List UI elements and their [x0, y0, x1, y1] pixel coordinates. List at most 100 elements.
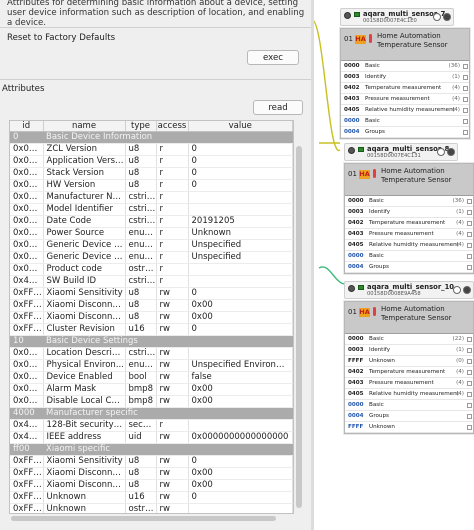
attribute-row[interactable]: 0x0014 Disable Local Con... bmp8 rw 0x00 — [10, 395, 293, 408]
settings-icon[interactable] — [463, 286, 471, 294]
connector-port-icon[interactable] — [467, 210, 472, 215]
connector-port-icon[interactable] — [463, 108, 468, 113]
attribute-group-row[interactable]: 0 Basic Device Information — [10, 131, 293, 144]
cluster-row[interactable]: 0405 Relative humidity measurement (4) — [345, 240, 473, 251]
attribute-row[interactable]: 0x0006 Date Code cstring r 20191205 — [10, 215, 293, 228]
connector-port-icon[interactable] — [467, 403, 472, 408]
connector-port-icon[interactable] — [463, 119, 468, 124]
cluster-row[interactable]: 0004 Groups — [345, 262, 473, 273]
connector-port-icon[interactable] — [467, 348, 472, 353]
attribute-row[interactable]: 0xFF22 Xiaomi Disconnec... u8 rw 0x00 — [10, 299, 293, 312]
settings-icon[interactable] — [443, 13, 451, 21]
connector-port-icon[interactable] — [463, 86, 468, 91]
attribute-group-row[interactable]: ff00 Xiaomi specific — [10, 443, 293, 456]
device-header[interactable]: aqara_multi_sensor_10 00158D0008E9A458 — [344, 281, 474, 299]
connector-port-icon[interactable] — [467, 359, 472, 364]
cluster-row[interactable]: 0405 Relative humidity measurement (4) — [345, 389, 473, 400]
cluster-row[interactable]: 0402 Temperature measurement (4) — [341, 83, 469, 94]
cluster-row[interactable]: 0003 Identify (1) — [341, 72, 469, 83]
device-header[interactable]: aqara_multi_sensor_8 00158D0007E4C131 — [344, 143, 458, 161]
endpoint-node[interactable]: 01 HA Home Automation Temperature Sensor 000… — [344, 163, 474, 274]
attribute-group-row[interactable]: 4000 Manufacturer specific — [10, 407, 293, 420]
exec-button[interactable]: exec — [247, 50, 299, 65]
cluster-row[interactable]: 0405 Relative humidity measurement (4) — [341, 105, 469, 116]
attribute-row[interactable]: 0xFF51 Unknown ostring rw — [10, 503, 293, 513]
attribute-row[interactable]: 0x0009 Generic Device T... enum8 r Unspecifi… — [10, 251, 293, 264]
cluster-row[interactable]: 0003 Identify (1) — [345, 345, 473, 356]
column-header-access[interactable]: access — [156, 121, 189, 132]
collapse-icon[interactable] — [437, 148, 445, 156]
attribute-row[interactable]: 0x0012 Device Enabled bool rw false — [10, 371, 293, 384]
connector-port-icon[interactable] — [467, 265, 472, 270]
cluster-row[interactable]: 0403 Pressure measurement (4) — [345, 229, 473, 240]
cluster-row[interactable]: 0403 Pressure measurement (4) — [345, 378, 473, 389]
connector-port-icon[interactable] — [463, 64, 468, 69]
scrollbar-thumb[interactable] — [296, 146, 302, 508]
attribute-row[interactable]: 0x0010 Location Descripti... cstring rw — [10, 347, 293, 360]
column-header-type[interactable]: type — [125, 121, 157, 132]
column-header-value[interactable]: value — [188, 121, 293, 132]
connector-port-icon[interactable] — [467, 392, 472, 397]
connector-port-icon[interactable] — [467, 232, 472, 237]
connector-port-icon[interactable] — [467, 337, 472, 342]
cluster-row[interactable]: 0003 Identify (1) — [345, 207, 473, 218]
attribute-row[interactable]: 0x4002 IEEE address uid rw 0x000000000000000… — [10, 431, 293, 444]
node-graph-canvas[interactable]: aqara_multi_sensor_7 00158D0007E4C1E0 01 HA… — [314, 0, 474, 530]
column-header-name[interactable]: name — [43, 121, 126, 132]
cluster-row[interactable]: 0000 Basic — [345, 400, 473, 411]
cluster-row[interactable]: 0000 Basic — [341, 116, 469, 127]
attribute-group-row[interactable]: 10 Basic Device Settings — [10, 335, 293, 348]
connector-port-icon[interactable] — [467, 243, 472, 248]
collapse-icon[interactable] — [433, 13, 441, 21]
attribute-row[interactable]: 0x0008 Generic Device Cl... enum8 r Unspecif… — [10, 239, 293, 252]
collapse-icon[interactable] — [453, 286, 461, 294]
attribute-row[interactable]: 0x4000 SW Build ID cstring r — [10, 275, 293, 288]
attribute-row[interactable]: 0x000A Product code ostring r — [10, 263, 293, 276]
connector-port-icon[interactable] — [467, 425, 472, 430]
endpoint-node[interactable]: 01 HA Home Automation Temperature Sensor 000… — [344, 301, 474, 434]
attribute-row[interactable]: 0xFF23 Xiaomi Disconnec... u8 rw 0x00 — [10, 479, 293, 492]
cluster-row[interactable]: 0402 Temperature measurement (4) — [345, 218, 473, 229]
attribute-row[interactable]: 0x4001 128-Bit security key seckey r — [10, 419, 293, 432]
attribute-row[interactable]: 0xFF22 Xiaomi Disconnec... u8 rw 0x00 — [10, 467, 293, 480]
cluster-row[interactable]: 0403 Pressure measurement (4) — [341, 94, 469, 105]
attribute-row[interactable]: 0x0011 Physical Environ... enum8 rw Unspecif… — [10, 359, 293, 372]
connector-port-icon[interactable] — [467, 221, 472, 226]
cluster-row[interactable]: 0004 Groups — [345, 411, 473, 422]
attribute-row[interactable]: 0x0000 ZCL Version u8 r 0 — [10, 143, 293, 156]
endpoint-header[interactable]: 01 HA Home Automation Temperature Sensor — [345, 302, 473, 334]
attribute-row[interactable]: 0x0007 Power Source enum8 r Unknown — [10, 227, 293, 240]
connector-port-icon[interactable] — [463, 130, 468, 135]
settings-icon[interactable] — [447, 148, 455, 156]
attribute-row[interactable]: 0xFF0D Xiaomi Sensitivity u8 rw 0 — [10, 455, 293, 468]
connector-port-icon[interactable] — [467, 381, 472, 386]
attribute-row[interactable]: 0x0013 Alarm Mask bmp8 rw 0x00 — [10, 383, 293, 396]
cluster-row[interactable]: FFFF Unknown (0) — [345, 356, 473, 367]
connector-port-icon[interactable] — [467, 414, 472, 419]
horizontal-scrollbar[interactable] — [9, 515, 294, 522]
vertical-scrollbar[interactable] — [295, 146, 303, 516]
device-header[interactable]: aqara_multi_sensor_7 00158D0007E4C1E0 — [340, 8, 454, 26]
attribute-row[interactable]: 0xFF23 Xiaomi Disconnec... u8 rw 0x00 — [10, 311, 293, 324]
connector-port-icon[interactable] — [467, 199, 472, 204]
cluster-row[interactable]: 0402 Temperature measurement (4) — [345, 367, 473, 378]
connector-port-icon[interactable] — [463, 97, 468, 102]
attribute-row[interactable]: 0xFFFD Cluster Revision u16 rw 0 — [10, 323, 293, 336]
cluster-row[interactable]: FFFF Unknown — [345, 422, 473, 433]
column-header-id[interactable]: id — [10, 121, 44, 132]
endpoint-node[interactable]: 01 HA Home Automation Temperature Sensor 000… — [340, 28, 470, 139]
scrollbar-thumb[interactable] — [11, 516, 276, 521]
attribute-row[interactable]: 0xFF0D Xiaomi Sensitivity u8 rw 0 — [10, 287, 293, 300]
cluster-row[interactable]: 0000 Basic (36) — [341, 61, 469, 72]
endpoint-header[interactable]: 01 HA Home Automation Temperature Sensor — [341, 29, 469, 61]
cluster-row[interactable]: 0000 Basic — [345, 251, 473, 262]
endpoint-header[interactable]: 01 HA Home Automation Temperature Sensor — [345, 164, 473, 196]
attribute-row[interactable]: 0x0001 Application Version u8 r 0 — [10, 155, 293, 168]
connector-port-icon[interactable] — [463, 75, 468, 80]
cluster-row[interactable]: 0000 Basic (22) — [345, 334, 473, 345]
cluster-row[interactable]: 0000 Basic (36) — [345, 196, 473, 207]
attribute-row[interactable]: 0x0004 Manufacturer Name cstring r — [10, 191, 293, 204]
connector-port-icon[interactable] — [467, 370, 472, 375]
attribute-row[interactable]: 0xFF08 Unknown u16 rw 0 — [10, 491, 293, 504]
connector-port-icon[interactable] — [467, 254, 472, 259]
